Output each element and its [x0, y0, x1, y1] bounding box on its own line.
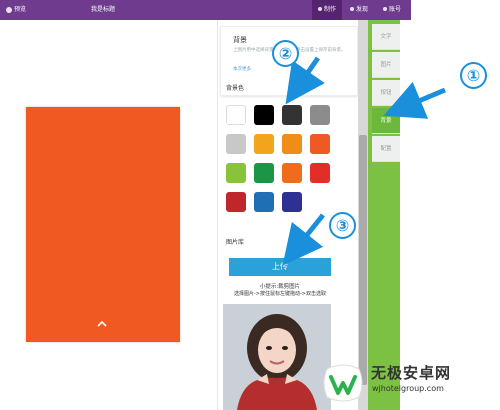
- callout-1: ①: [460, 62, 487, 89]
- editor-screen: 预览 我是标题 制作 发现 账号 背景 上图片用中选择背景模板，然后单击设置上保…: [0, 0, 500, 410]
- watermark-title: 无极安卓网: [371, 364, 452, 382]
- watermark-logo-icon: [323, 364, 363, 402]
- arrow-to-upload: [282, 213, 325, 266]
- watermark-url: wjhotelgroup.com: [372, 384, 444, 393]
- arrow-to-background-tab: [383, 81, 446, 119]
- callout-2: ②: [272, 40, 299, 67]
- callout-3: ③: [329, 212, 356, 239]
- watermark: 无极安卓网 wjhotelgroup.com: [315, 356, 500, 410]
- annotation-arrows: [282, 56, 446, 266]
- arrow-to-swatch: [285, 56, 325, 105]
